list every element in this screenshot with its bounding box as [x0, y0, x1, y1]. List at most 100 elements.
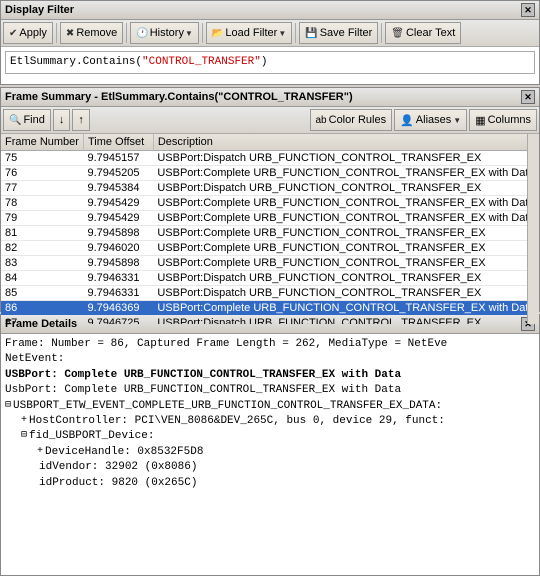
tree-label: idVendor: 32902 (0x8086): [39, 460, 197, 475]
cell-frame: 79: [1, 211, 83, 226]
clear-text-button[interactable]: 🗑 Clear Text: [385, 22, 461, 44]
display-filter-header: Display Filter ✕: [1, 1, 539, 20]
aliases-icon: 👤: [400, 114, 414, 127]
filter-input-area: EtlSummary.Contains("CONTROL_TRANSFER"): [1, 47, 539, 78]
detail-line: ⊟ fid_USBPORT_Device:: [5, 429, 535, 444]
scroll-indicator[interactable]: [527, 134, 539, 324]
col-header-frame[interactable]: Frame Number: [1, 134, 83, 151]
table-header-row: Frame Number Time Offset Description: [1, 134, 539, 151]
expand-icon[interactable]: +: [37, 445, 43, 459]
save-icon: 💾: [305, 28, 317, 39]
frame-table-body: 759.7945157USBPort:Dispatch URB_FUNCTION…: [1, 151, 539, 325]
columns-button[interactable]: ▦ Columns: [469, 109, 537, 131]
frame-details-content: Frame: Number = 86, Captured Frame Lengt…: [1, 334, 539, 574]
cell-time: 9.7946725: [83, 316, 153, 325]
cell-desc: USBPort:Dispatch URB_FUNCTION_CONTROL_TR…: [153, 151, 538, 166]
table-row[interactable]: 779.7945384USBPort:Dispatch URB_FUNCTION…: [1, 181, 539, 196]
tree-label: USBPORT_ETW_EVENT_COMPLETE_URB_FUNCTION_…: [13, 399, 442, 414]
frame-table-container: Frame Number Time Offset Description 759…: [1, 134, 539, 324]
sort-down-button[interactable]: ↓: [53, 109, 71, 131]
sort-up-icon: ↑: [78, 114, 84, 126]
cell-time: 9.7945898: [83, 226, 153, 241]
cell-time: 9.7945157: [83, 151, 153, 166]
sort-up-button[interactable]: ↑: [72, 109, 90, 131]
cell-frame: 83: [1, 256, 83, 271]
cell-time: 9.7946369: [83, 301, 153, 316]
detail-line: UsbPort: Complete URB_FUNCTION_CONTROL_T…: [5, 383, 535, 398]
color-rules-button[interactable]: ab Color Rules: [310, 109, 393, 131]
cell-desc: USBPort:Complete URB_FUNCTION_CONTROL_TR…: [153, 241, 538, 256]
frame-summary-close[interactable]: ✕: [521, 90, 535, 104]
frame-table: Frame Number Time Offset Description 759…: [1, 134, 539, 324]
remove-button[interactable]: ✖ Remove: [60, 22, 123, 44]
cell-desc: USBPort:Dispatch URB_FUNCTION_CONTROL_TR…: [153, 286, 538, 301]
cell-desc: USBPort:Complete URB_FUNCTION_CONTROL_TR…: [153, 226, 538, 241]
cell-time: 9.7945384: [83, 181, 153, 196]
table-row[interactable]: 829.7946020USBPort:Complete URB_FUNCTION…: [1, 241, 539, 256]
remove-icon: ✖: [66, 28, 74, 39]
aliases-dropdown-arrow: ▼: [453, 116, 461, 125]
save-filter-button[interactable]: 💾 Save Filter: [299, 22, 378, 44]
table-row[interactable]: 869.7946369USBPort:Complete URB_FUNCTION…: [1, 301, 539, 316]
table-row[interactable]: 859.7946331USBPort:Dispatch URB_FUNCTION…: [1, 286, 539, 301]
load-dropdown-arrow: ▼: [278, 29, 286, 38]
expand-icon[interactable]: +: [21, 414, 27, 428]
separator-3: [202, 23, 203, 43]
detail-line: USBPort: Complete URB_FUNCTION_CONTROL_T…: [5, 368, 535, 383]
cell-frame: 76: [1, 166, 83, 181]
cell-desc: USBPort:Complete URB_FUNCTION_CONTROL_TR…: [153, 196, 538, 211]
table-row[interactable]: 879.7946725USBPort:Dispatch URB_FUNCTION…: [1, 316, 539, 325]
sort-down-icon: ↓: [59, 114, 65, 126]
table-row[interactable]: 839.7945898USBPort:Complete URB_FUNCTION…: [1, 256, 539, 271]
table-row[interactable]: 849.7946331USBPort:Dispatch URB_FUNCTION…: [1, 271, 539, 286]
cell-time: 9.7945429: [83, 211, 153, 226]
cell-desc: USBPort:Complete URB_FUNCTION_CONTROL_TR…: [153, 211, 538, 226]
cell-frame: 85: [1, 286, 83, 301]
cell-frame: 87: [1, 316, 83, 325]
separator-5: [381, 23, 382, 43]
history-button[interactable]: 🕐 History ▼: [130, 22, 199, 44]
detail-line: + HostController: PCI\VEN_8086&DEV_265C,…: [5, 414, 535, 429]
frame-details-panel: Frame Details ✕ Frame: Number = 86, Capt…: [0, 314, 540, 576]
collapse-icon[interactable]: ⊟: [5, 399, 11, 413]
detail-line: idVendor: 32902 (0x8086): [5, 460, 535, 475]
find-icon: 🔍: [9, 115, 21, 126]
detail-line: ⊟ USBPORT_ETW_EVENT_COMPLETE_URB_FUNCTIO…: [5, 399, 535, 414]
columns-icon: ▦: [475, 114, 485, 127]
apply-button[interactable]: ✔ Apply: [3, 22, 53, 44]
frame-summary-panel: Frame Summary - EtlSummary.Contains("CON…: [0, 87, 540, 312]
col-header-time[interactable]: Time Offset: [83, 134, 153, 151]
color-rules-icon: ab: [316, 115, 327, 126]
cell-desc: USBPort:Dispatch URB_FUNCTION_CONTROL_TR…: [153, 316, 538, 325]
cell-time: 9.7945429: [83, 196, 153, 211]
find-button[interactable]: 🔍 Find: [3, 109, 51, 131]
cell-time: 9.7946331: [83, 271, 153, 286]
cell-desc: USBPort:Complete URB_FUNCTION_CONTROL_TR…: [153, 301, 538, 316]
cell-frame: 77: [1, 181, 83, 196]
cell-frame: 81: [1, 226, 83, 241]
history-dropdown-arrow: ▼: [185, 29, 193, 38]
cell-desc: USBPort:Dispatch URB_FUNCTION_CONTROL_TR…: [153, 181, 538, 196]
aliases-button[interactable]: 👤 Aliases ▼: [394, 109, 467, 131]
cell-time: 9.7946331: [83, 286, 153, 301]
cell-frame: 84: [1, 271, 83, 286]
separator-2: [126, 23, 127, 43]
table-row[interactable]: 819.7945898USBPort:Complete URB_FUNCTION…: [1, 226, 539, 241]
collapse-icon[interactable]: ⊟: [21, 429, 27, 443]
summary-toolbar: 🔍 Find ↓ ↑ ab Color Rules 👤 Aliases ▼ ▦ …: [1, 107, 539, 134]
detail-line: NetEvent:: [5, 352, 535, 367]
table-row[interactable]: 799.7945429USBPort:Complete URB_FUNCTION…: [1, 211, 539, 226]
detail-line: Frame: Number = 86, Captured Frame Lengt…: [5, 337, 535, 352]
cell-frame: 86: [1, 301, 83, 316]
cell-desc: USBPort:Dispatch URB_FUNCTION_CONTROL_TR…: [153, 271, 538, 286]
clear-icon: 🗑: [391, 28, 404, 39]
frame-summary-title: Frame Summary - EtlSummary.Contains("CON…: [5, 91, 353, 103]
load-filter-button[interactable]: 📂 Load Filter ▼: [206, 22, 292, 44]
apply-icon: ✔: [9, 28, 17, 39]
table-row[interactable]: 789.7945429USBPort:Complete URB_FUNCTION…: [1, 196, 539, 211]
col-header-desc[interactable]: Description: [153, 134, 538, 151]
cell-desc: USBPort:Complete URB_FUNCTION_CONTROL_TR…: [153, 166, 538, 181]
table-row[interactable]: 759.7945157USBPort:Dispatch URB_FUNCTION…: [1, 151, 539, 166]
table-row[interactable]: 769.7945205USBPort:Complete URB_FUNCTION…: [1, 166, 539, 181]
display-filter-close[interactable]: ✕: [521, 3, 535, 17]
